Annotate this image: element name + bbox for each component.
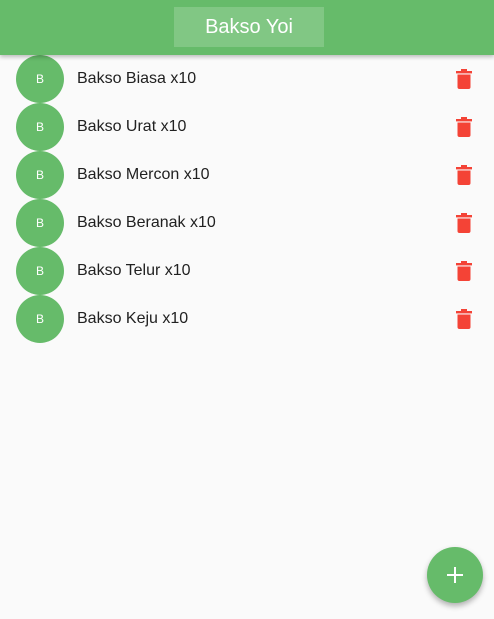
delete-button[interactable] <box>448 159 480 191</box>
add-item-button[interactable] <box>427 547 483 603</box>
avatar: B <box>16 103 64 151</box>
delete-button[interactable] <box>448 111 480 143</box>
item-label: Bakso Biasa x10 <box>77 70 197 87</box>
item-label: Bakso Mercon x10 <box>77 166 210 183</box>
avatar: B <box>16 199 64 247</box>
trash-icon <box>456 165 472 185</box>
trash-icon <box>456 69 472 89</box>
delete-button[interactable] <box>448 303 480 335</box>
plus-icon <box>447 567 463 583</box>
item-label: Bakso Urat x10 <box>77 118 187 135</box>
app-screen: Bakso Yoi B Bakso Biasa x10 B Bakso Urat… <box>0 0 494 619</box>
avatar: B <box>16 295 64 343</box>
app-title: Bakso Yoi <box>174 7 324 47</box>
avatar: B <box>16 55 64 103</box>
item-label: Bakso Keju x10 <box>77 310 189 327</box>
avatar: B <box>16 151 64 199</box>
list-item[interactable]: B Bakso Mercon x10 <box>0 151 494 199</box>
list-item[interactable]: B Bakso Beranak x10 <box>0 199 494 247</box>
trash-icon <box>456 213 472 233</box>
item-label: Bakso Telur x10 <box>77 262 191 279</box>
list-item[interactable]: B Bakso Telur x10 <box>0 247 494 295</box>
order-list: B Bakso Biasa x10 B Bakso Urat x10 B Bak… <box>0 55 494 343</box>
avatar: B <box>16 247 64 295</box>
list-item[interactable]: B Bakso Urat x10 <box>0 103 494 151</box>
item-label: Bakso Beranak x10 <box>77 214 216 231</box>
app-bar: Bakso Yoi <box>0 0 494 55</box>
delete-button[interactable] <box>448 63 480 95</box>
trash-icon <box>456 261 472 281</box>
list-item[interactable]: B Bakso Biasa x10 <box>0 55 494 103</box>
delete-button[interactable] <box>448 255 480 287</box>
trash-icon <box>456 117 472 137</box>
list-item[interactable]: B Bakso Keju x10 <box>0 295 494 343</box>
delete-button[interactable] <box>448 207 480 239</box>
trash-icon <box>456 309 472 329</box>
